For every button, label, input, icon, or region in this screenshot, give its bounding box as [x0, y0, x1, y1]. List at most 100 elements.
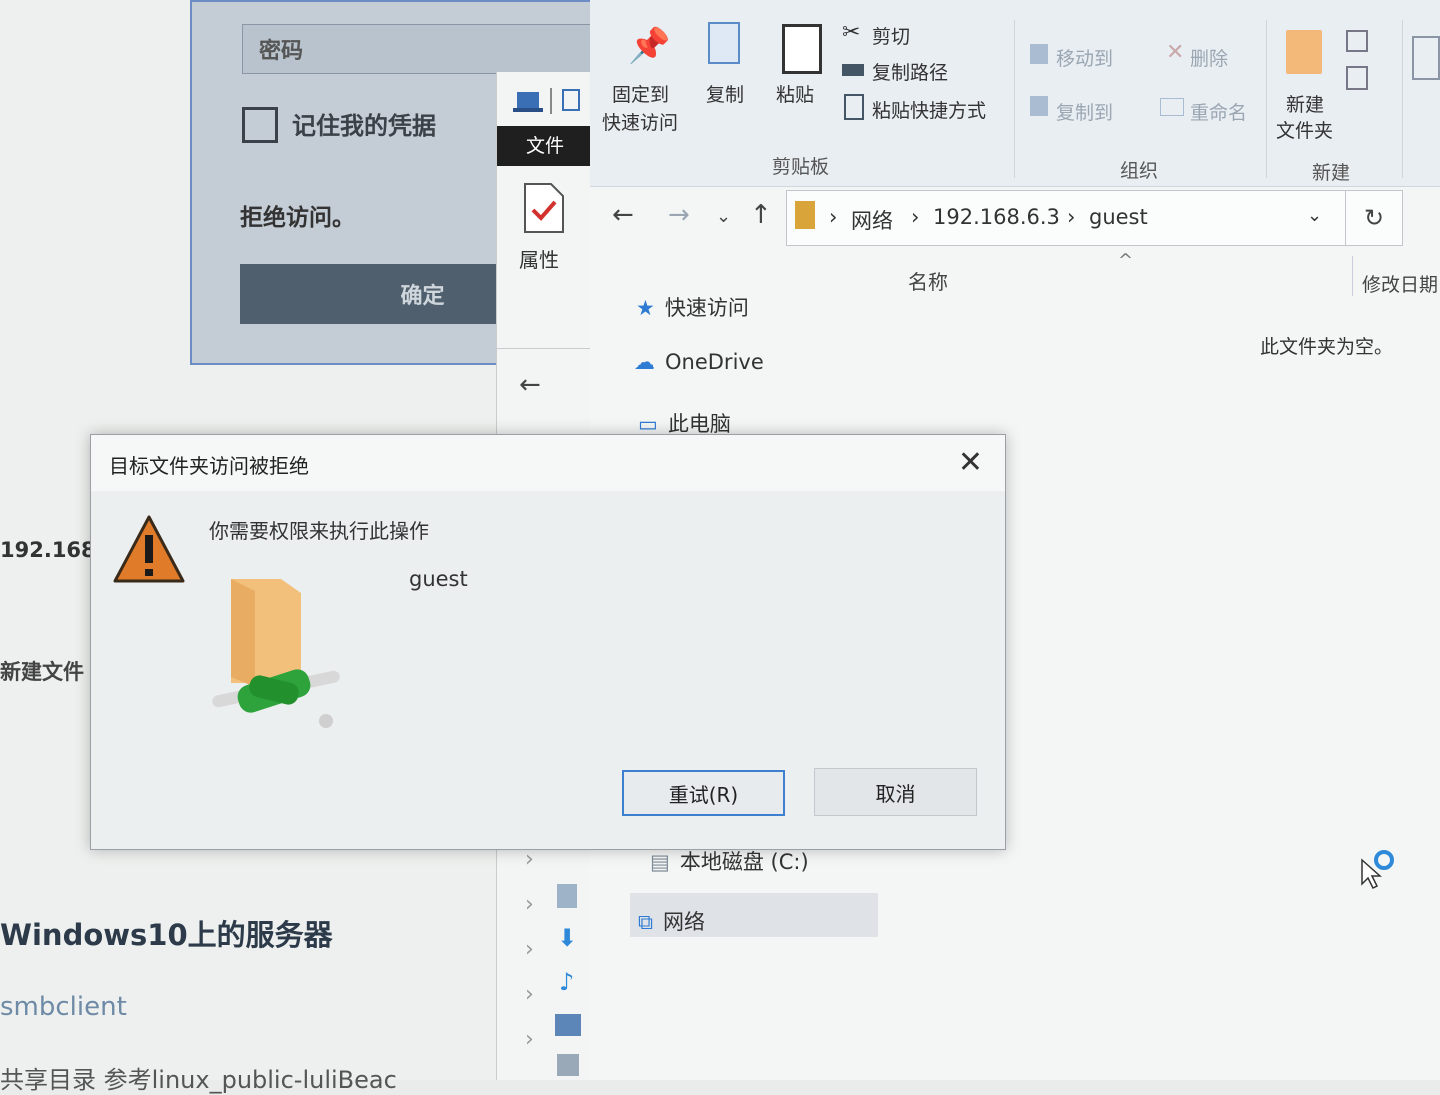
network-folder-icon — [795, 201, 815, 229]
new-folder-label-line2[interactable]: 文件夹 — [1276, 116, 1333, 143]
tree-label: OneDrive — [665, 350, 764, 374]
access-denied-dialog: 目标文件夹访问被拒绝 ✕ 你需要权限来执行此操作 guest 重试(R) 取消 — [90, 434, 1006, 850]
dialog-folder-name: guest — [409, 567, 468, 591]
dialog-message: 你需要权限来执行此操作 — [209, 519, 429, 543]
back-arrow-icon[interactable]: ← — [519, 370, 541, 400]
password-field[interactable]: 密码 — [242, 24, 604, 74]
retry-button[interactable]: 重试(R) — [622, 770, 785, 816]
star-icon: ★ — [636, 296, 655, 320]
sort-ascending-icon: ^ — [1118, 250, 1134, 271]
tab-file[interactable]: 文件 — [497, 126, 593, 166]
paste-button[interactable]: 粘贴 — [776, 80, 814, 107]
tree-item-quick-access[interactable]: ★ 快速访问 — [636, 292, 749, 322]
tree-label: 网络 — [663, 910, 705, 934]
tree-label: 本地磁盘 (C:) — [679, 850, 809, 874]
chevron-right-icon[interactable]: › — [525, 982, 534, 1007]
up-button[interactable]: ↑ — [750, 200, 772, 230]
move-to-icon[interactable] — [1030, 44, 1048, 64]
copy-to-icon[interactable] — [1030, 96, 1048, 116]
warning-icon — [113, 515, 185, 583]
bg-heading-fragment: Windows10上的服务器 — [0, 918, 333, 952]
computer-icon: ▭ — [638, 412, 658, 436]
computer-icon[interactable] — [511, 84, 581, 118]
breadcrumb-separator: › — [1067, 205, 1076, 229]
paste-icon[interactable] — [782, 24, 822, 74]
breadcrumb-separator: › — [911, 205, 920, 229]
bg-footer-fragment: 共享目录 参考linux_public-luliBeac — [0, 1066, 397, 1094]
ribbon-divider — [1402, 20, 1403, 178]
bg-new-file-fragment: 新建文件 — [0, 660, 84, 684]
bg-ip-fragment: 192.168. — [0, 538, 104, 562]
rename-icon[interactable] — [1160, 98, 1184, 116]
move-to-button[interactable]: 移动到 — [1056, 44, 1113, 71]
divider — [497, 348, 593, 349]
refresh-button[interactable]: ↻ — [1345, 190, 1403, 246]
organize-group-label: 组织 — [1120, 160, 1159, 182]
recent-locations-chevron-icon[interactable]: ⌄ — [716, 206, 731, 227]
copy-path-icon[interactable] — [842, 64, 864, 76]
tree-label: 快速访问 — [664, 296, 749, 320]
remember-credentials-label: 记住我的凭据 — [292, 112, 436, 140]
music-icon[interactable]: ♪ — [559, 968, 574, 996]
breadcrumb-share[interactable]: guest — [1089, 205, 1148, 229]
ribbon-divider — [1014, 20, 1015, 178]
network-icon: ⧉ — [638, 910, 653, 934]
column-header-name[interactable]: 名称 — [908, 266, 948, 295]
tree-item-onedrive[interactable]: ☁ OneDrive — [634, 350, 764, 374]
properties-icon[interactable] — [523, 182, 565, 234]
pin-icon[interactable]: 📌 — [628, 26, 670, 66]
chevron-right-icon[interactable]: › — [525, 1027, 534, 1052]
new-folder-label-line1[interactable]: 新建 — [1286, 90, 1324, 117]
open-icon[interactable] — [1412, 36, 1440, 80]
cut-button[interactable]: 剪切 — [872, 22, 910, 49]
remember-credentials-checkbox[interactable] — [242, 107, 278, 143]
access-denied-message: 拒绝访问。 — [240, 205, 355, 231]
downloads-icon[interactable]: ⬇ — [557, 924, 577, 952]
column-divider[interactable] — [1352, 256, 1353, 296]
breadcrumb-separator: › — [829, 205, 838, 229]
chevron-right-icon[interactable]: › — [525, 892, 534, 917]
chevron-right-icon[interactable]: › — [525, 937, 534, 962]
dialog-title: 目标文件夹访问被拒绝 — [109, 454, 309, 478]
breadcrumb-network[interactable]: 网络 — [851, 205, 893, 235]
pin-label-line1[interactable]: 固定到 — [612, 80, 669, 107]
close-button[interactable]: ✕ — [958, 445, 983, 480]
videos-icon[interactable] — [555, 1014, 581, 1036]
tree-item-local-disk[interactable]: ▤ 本地磁盘 (C:) — [650, 846, 809, 876]
easy-access-icon[interactable] — [1346, 66, 1368, 90]
chevron-right-icon[interactable]: › — [525, 847, 534, 872]
delete-icon[interactable]: ✕ — [1166, 40, 1184, 65]
tree-item-network[interactable]: ⧉ 网络 — [638, 906, 705, 936]
documents-icon[interactable] — [557, 884, 577, 908]
clipboard-group-label: 剪贴板 — [772, 156, 830, 178]
drive-icon[interactable] — [557, 1054, 579, 1076]
paste-shortcut-button[interactable]: 粘贴快捷方式 — [872, 96, 986, 123]
cloud-icon: ☁ — [634, 350, 655, 374]
drive-icon: ▤ — [650, 850, 670, 874]
ribbon-divider — [1266, 20, 1267, 178]
copy-path-button[interactable]: 复制路径 — [872, 58, 948, 85]
bg-cmd-fragment: smbclient — [0, 992, 127, 1022]
delete-button[interactable]: 删除 — [1190, 44, 1228, 71]
column-header-modified[interactable]: 修改日期 — [1362, 270, 1438, 297]
copy-button[interactable]: 复制 — [706, 80, 744, 107]
scissors-icon[interactable]: ✂ — [842, 20, 860, 45]
forward-button[interactable]: → — [668, 200, 690, 230]
new-folder-icon[interactable] — [1286, 30, 1322, 74]
cancel-button[interactable]: 取消 — [814, 768, 977, 816]
pin-label-line2[interactable]: 快速访问 — [602, 108, 678, 135]
back-button[interactable]: ← — [612, 200, 634, 230]
network-folder-icon — [212, 579, 340, 728]
rename-button[interactable]: 重命名 — [1190, 98, 1247, 125]
copy-to-button[interactable]: 复制到 — [1056, 98, 1113, 125]
breadcrumb-host[interactable]: 192.168.6.3 — [933, 205, 1060, 229]
tree-label: 此电脑 — [667, 412, 731, 436]
address-dropdown-icon[interactable]: ⌄ — [1307, 205, 1322, 226]
copy-icon[interactable] — [708, 22, 740, 64]
new-item-icon[interactable] — [1346, 30, 1368, 52]
password-placeholder: 密码 — [259, 39, 304, 64]
dialog-titlebar[interactable]: 目标文件夹访问被拒绝 ✕ — [91, 435, 1005, 491]
paste-shortcut-icon[interactable] — [844, 94, 864, 120]
address-bar[interactable]: › 网络 › 192.168.6.3 › guest ⌄ — [786, 190, 1348, 246]
new-group-label: 新建 — [1312, 162, 1351, 184]
